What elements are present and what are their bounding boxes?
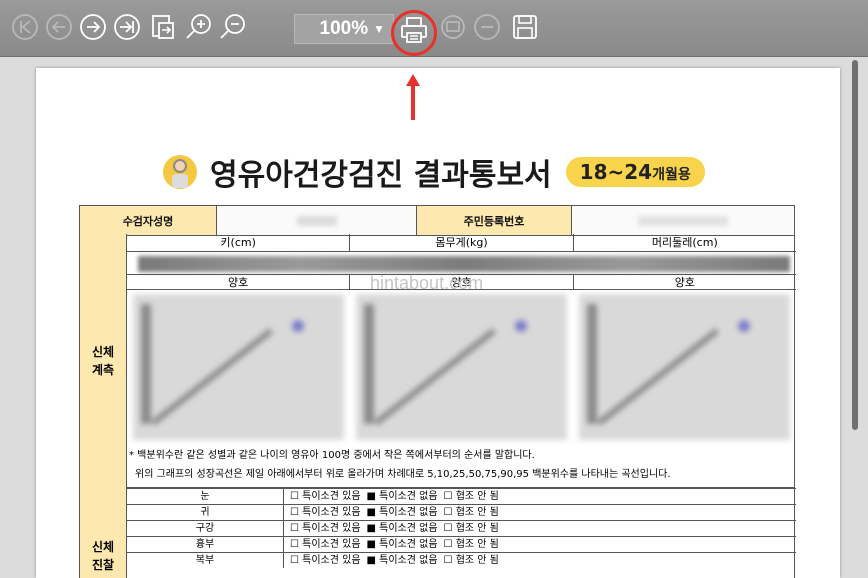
option-finding[interactable]: ☐ 특이소견 있음 xyxy=(284,489,361,504)
option-none[interactable]: ■ 특이소견 없음 xyxy=(361,553,438,568)
chevron-down-icon: ▼ xyxy=(373,22,385,36)
exam-item-eye: 눈 xyxy=(127,489,284,504)
first-page-icon[interactable] xyxy=(8,10,42,44)
save-icon[interactable] xyxy=(508,10,542,44)
exam-row: 흉부 ☐ 특이소견 있음 ■ 특이소견 없음 ☐ 협조 안 됨 xyxy=(127,536,796,552)
examinee-header-table: 수검자성명 주민등록번호 xyxy=(79,205,795,236)
minus-circle-icon[interactable] xyxy=(470,10,504,44)
resident-id-label: 주민등록번호 xyxy=(416,205,572,236)
doctor-icon xyxy=(163,155,197,189)
previous-page-icon[interactable] xyxy=(42,10,76,44)
measure-columns: 키(cm) 몸무게(kg) 머리둘레(cm) xyxy=(127,234,796,252)
head-status: 양호 xyxy=(674,276,695,289)
option-uncooperative[interactable]: ☐ 협조 안 됨 xyxy=(438,489,499,504)
note-line-2: 위의 그래프의 성장곡선은 제일 아래에서부터 위로 올라가며 차례대로 5,1… xyxy=(135,469,671,480)
watermark: hintabout.com xyxy=(370,273,484,293)
zoom-in-icon[interactable] xyxy=(182,10,216,44)
print-highlight-circle xyxy=(391,10,437,56)
height-growth-chart xyxy=(133,294,344,440)
option-none[interactable]: ■ 특이소견 없음 xyxy=(361,489,438,504)
next-page-icon[interactable] xyxy=(76,10,110,44)
option-uncooperative[interactable]: ☐ 협조 안 됨 xyxy=(438,537,499,552)
physical-exam-label: 신체 진찰 xyxy=(80,488,127,578)
zoom-out-icon[interactable] xyxy=(216,10,250,44)
age-badge: 18~24개월용 xyxy=(565,157,705,187)
body-measure-label-text: 신체 계측 xyxy=(91,345,115,377)
body-measure-label: 신체 계측 xyxy=(80,234,127,488)
exam-row: 귀 ☐ 특이소견 있음 ■ 특이소견 없음 ☐ 협조 안 됨 xyxy=(127,504,796,520)
option-uncooperative[interactable]: ☐ 협조 안 됨 xyxy=(438,505,499,520)
height-status: 양호 xyxy=(127,275,351,289)
title-text: 영유아건강검진 결과통보서 xyxy=(210,158,552,193)
percentile-notes: * 백분위수란 같은 성별과 같은 나이의 영유아 100명 중에서 작은 쪽에… xyxy=(129,446,794,484)
option-finding[interactable]: ☐ 특이소견 있음 xyxy=(284,521,361,536)
exam-row: 복부 ☐ 특이소견 있음 ■ 특이소견 없음 ☐ 협조 안 됨 xyxy=(127,552,796,568)
up-arrow-icon xyxy=(406,74,420,120)
option-none[interactable]: ■ 특이소견 없음 xyxy=(361,537,438,552)
option-finding[interactable]: ☐ 특이소견 있음 xyxy=(284,505,361,520)
physical-exam-label-text: 신체 진찰 xyxy=(91,540,115,572)
go-to-page-icon[interactable] xyxy=(146,10,180,44)
growth-charts xyxy=(127,292,796,442)
note-line-1: * 백분위수란 같은 성별과 같은 나이의 영유아 100명 중에서 작은 쪽에… xyxy=(129,450,535,461)
email-icon[interactable] xyxy=(436,10,470,44)
age-range: 18~24 xyxy=(579,160,653,184)
age-suffix: 개월용 xyxy=(652,167,691,183)
last-page-icon[interactable] xyxy=(110,10,144,44)
option-finding[interactable]: ☐ 특이소견 있음 xyxy=(284,537,361,552)
zoom-value: 100% xyxy=(319,18,369,39)
physical-exam-section: 신체 진찰 눈 ☐ 특이소견 있음 ■ 특이소견 없음 ☐ 협조 안 됨 귀 ☐… xyxy=(79,488,796,578)
option-uncooperative[interactable]: ☐ 협조 안 됨 xyxy=(438,553,499,568)
option-uncooperative[interactable]: ☐ 협조 안 됨 xyxy=(438,521,499,536)
blurred-measure-values xyxy=(138,256,790,272)
weight-column-header: 몸무게(kg) xyxy=(350,234,574,251)
exam-item-ear: 귀 xyxy=(127,505,284,520)
exam-item-mouth: 구강 xyxy=(127,521,284,536)
zoom-select[interactable]: 100% ▼ xyxy=(294,14,394,44)
head-growth-chart xyxy=(579,294,790,440)
vertical-scrollbar[interactable] xyxy=(852,60,858,430)
weight-growth-chart xyxy=(356,294,567,440)
option-finding[interactable]: ☐ 특이소견 있음 xyxy=(284,553,361,568)
document-title: 영유아건강검진 결과통보서 18~24개월용 xyxy=(160,152,705,193)
option-none[interactable]: ■ 특이소견 없음 xyxy=(361,505,438,520)
resident-id-value xyxy=(571,205,795,236)
examinee-name-label: 수검자성명 xyxy=(79,205,217,236)
option-none[interactable]: ■ 특이소견 없음 xyxy=(361,521,438,536)
examinee-name-value xyxy=(216,205,417,236)
height-column-header: 키(cm) xyxy=(127,234,351,251)
exam-row: 구강 ☐ 특이소견 있음 ■ 특이소견 없음 ☐ 협조 안 됨 xyxy=(127,520,796,536)
head-circumference-column-header: 머리둘레(cm) xyxy=(651,236,718,249)
exam-row: 눈 ☐ 특이소견 있음 ■ 특이소견 없음 ☐ 협조 안 됨 xyxy=(127,488,796,504)
exam-item-abdomen: 복부 xyxy=(127,553,284,568)
exam-item-chest: 흉부 xyxy=(127,537,284,552)
